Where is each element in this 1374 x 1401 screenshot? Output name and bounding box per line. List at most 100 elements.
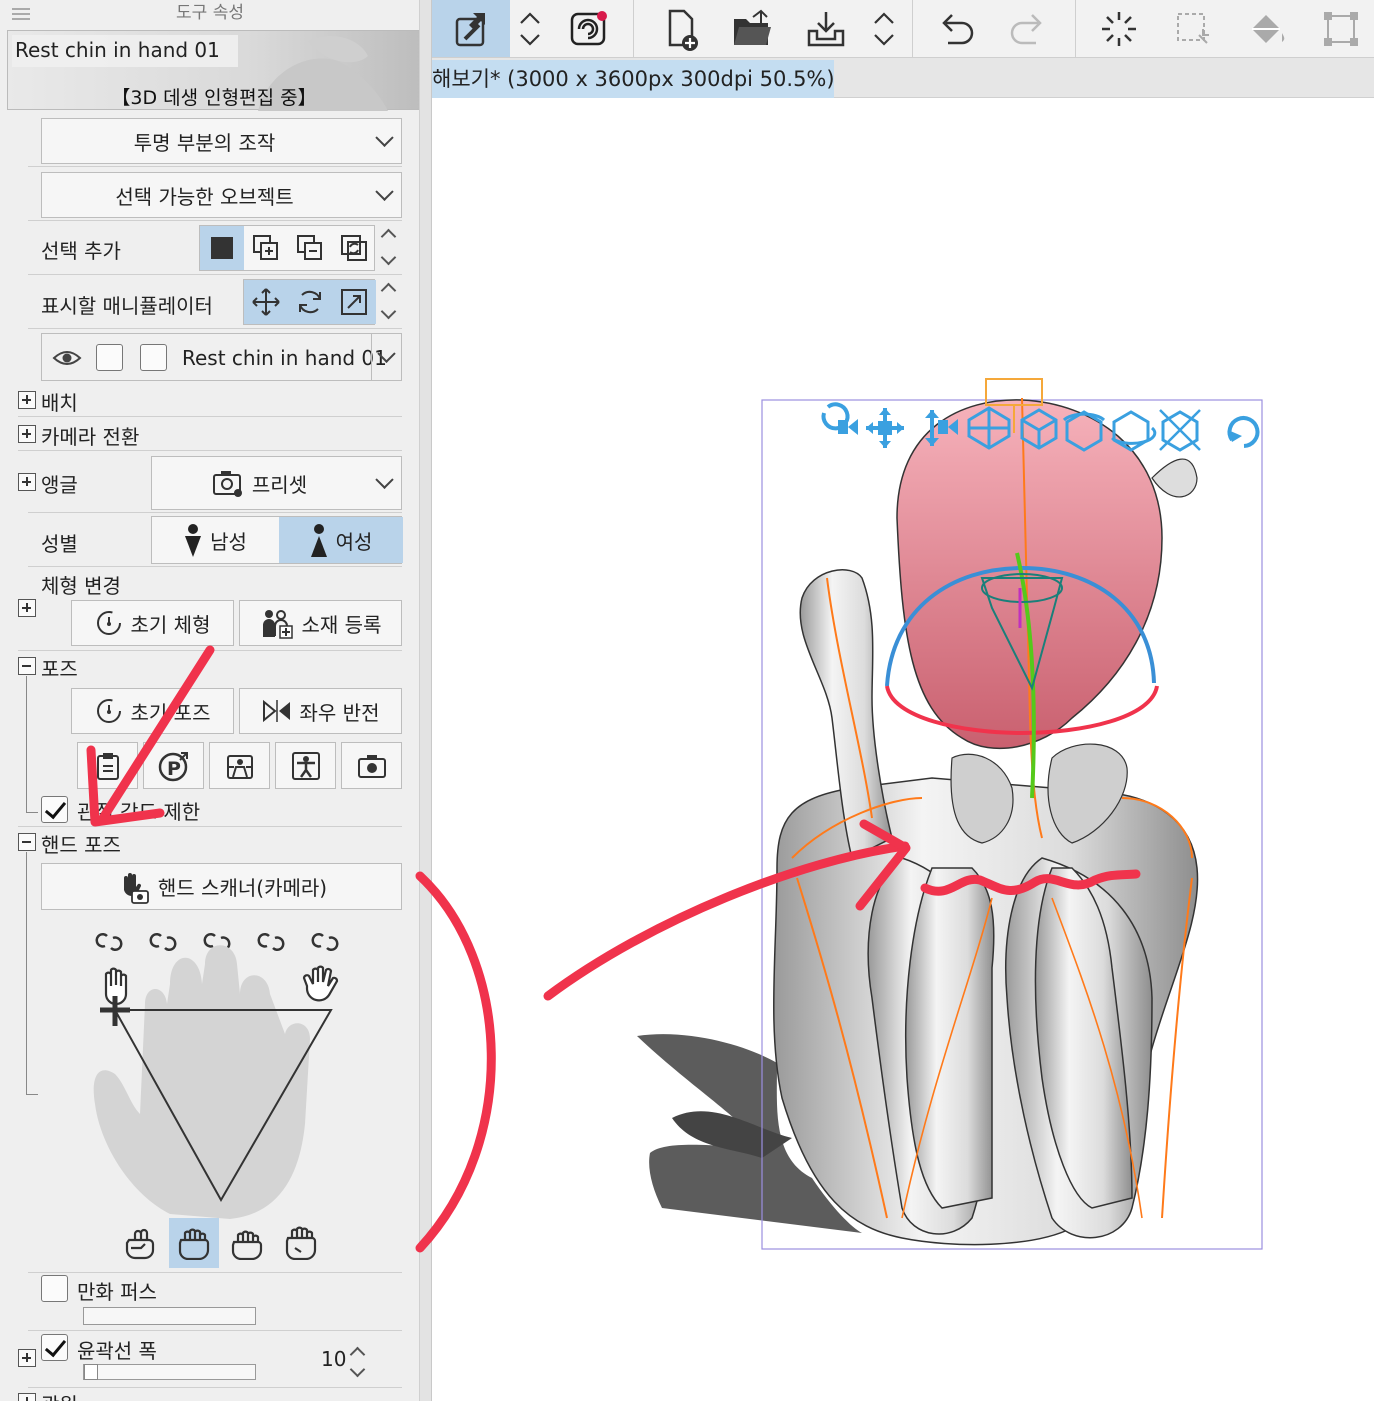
reset-timer-icon	[96, 699, 121, 723]
manga-perspective-label: 만화 퍼스	[77, 1280, 157, 1304]
move-arrows-icon	[252, 288, 280, 316]
manga-perspective-checkbox[interactable]	[41, 1275, 68, 1302]
slider-handle[interactable]	[84, 1364, 98, 1380]
scale-manipulator-button[interactable]	[332, 280, 376, 324]
collapse-pose-icon[interactable]	[18, 657, 36, 675]
save-button[interactable]	[798, 0, 854, 57]
svg-text:P: P	[167, 758, 181, 780]
manipulator-stepper[interactable]	[376, 279, 402, 325]
undo-button[interactable]	[928, 0, 984, 57]
add-selection-label: 선택 추가	[41, 239, 121, 263]
expand-body-icon[interactable]	[18, 599, 36, 617]
blend-cursor-icon[interactable]	[100, 996, 130, 1026]
transparent-operation-dropdown[interactable]: 투명 부분의 조작	[41, 118, 402, 164]
selection-add-button[interactable]	[244, 226, 288, 270]
reset-rotation-icon	[1227, 416, 1260, 448]
hand-preset-2-button[interactable]	[169, 1218, 219, 1268]
initial-pose-button[interactable]: 초기 포즈	[71, 688, 234, 734]
object-list-row: Rest chin in hand 01	[41, 333, 402, 381]
outline-width-slider[interactable]	[83, 1364, 256, 1380]
hand-preset-1-button[interactable]	[115, 1218, 167, 1268]
female-button[interactable]: 여성	[279, 517, 403, 563]
section-placement[interactable]: 배치	[41, 387, 78, 416]
eye-icon[interactable]	[52, 348, 82, 368]
transform-button[interactable]	[1312, 0, 1370, 57]
pose-scanner-button[interactable]	[209, 742, 270, 789]
hand-preset-3-button[interactable]	[221, 1218, 273, 1268]
selection-subtract-icon	[297, 235, 322, 260]
manipulator-group	[243, 279, 376, 325]
chevron-down-icon	[375, 470, 394, 489]
panel-scrollbar[interactable]	[419, 0, 431, 1401]
object-dropdown-button[interactable]	[371, 334, 401, 380]
open-folder-button[interactable]	[724, 0, 780, 57]
register-material-label: 소재 등록	[301, 612, 382, 637]
hand-scanner-button[interactable]: 핸드 스캐너(카메라)	[41, 863, 402, 910]
loading-button[interactable]	[1090, 0, 1148, 57]
selection-toggle-button[interactable]	[332, 226, 376, 270]
select-checkbox[interactable]	[140, 344, 167, 371]
selection-subtract-button[interactable]	[288, 226, 332, 270]
hand-scanner-icon	[123, 872, 149, 904]
section-angle[interactable]: 앵글	[41, 469, 78, 498]
3d-drawing-figure[interactable]	[432, 98, 1374, 1401]
fill-button[interactable]	[1238, 0, 1296, 57]
section-camera-switch[interactable]: 카메라 전환	[41, 421, 139, 450]
joint-limit-checkbox[interactable]	[41, 796, 68, 823]
selection-swap-icon	[341, 235, 367, 261]
clip-studio-button[interactable]	[558, 0, 620, 57]
document-tab-bar: 해보기* (3000 x 3600px 300dpi 50.5%)	[432, 58, 1374, 98]
outline-width-checkbox[interactable]	[41, 1334, 68, 1361]
angle-preset-dropdown[interactable]: 프리셋	[151, 456, 402, 510]
initial-body-button[interactable]: 초기 체형	[71, 600, 234, 646]
fist-relaxed-icon	[285, 1226, 317, 1260]
rotate-manipulator-button[interactable]	[288, 280, 332, 324]
clipboard-icon	[96, 752, 119, 780]
expand-placement-icon[interactable]	[18, 391, 36, 409]
selection-area-button[interactable]	[1164, 0, 1222, 57]
chevron-down-icon	[375, 182, 394, 201]
rotate-x-icon	[1111, 410, 1157, 452]
pose-register-button[interactable]: P	[143, 742, 204, 789]
figure-frame-icon	[291, 751, 320, 780]
collapse-hand-pose-icon[interactable]	[18, 833, 36, 851]
manga-perspective-slider[interactable]	[83, 1307, 256, 1325]
section-light[interactable]: 광원	[41, 1389, 78, 1401]
outline-width-value[interactable]: 10	[321, 1347, 346, 1371]
male-button[interactable]: 남성	[152, 517, 279, 563]
new-file-button[interactable]	[654, 0, 710, 57]
toolbar-stepper-1[interactable]	[512, 0, 548, 57]
camera-rotate-icon	[821, 402, 858, 435]
flip-horizontal-icon	[262, 699, 290, 723]
lock-checkbox[interactable]	[96, 344, 123, 371]
redo-button[interactable]	[1000, 0, 1056, 57]
move-manipulator-button[interactable]	[244, 280, 288, 324]
expand-light-icon[interactable]	[18, 1393, 36, 1401]
edit-status: 【3D 데생 인형편집 중】	[111, 87, 317, 109]
outline-width-stepper[interactable]	[345, 1345, 371, 1381]
selection-new-button[interactable]	[200, 226, 244, 270]
toolbar-stepper-2[interactable]	[866, 0, 902, 57]
document-tab[interactable]: 해보기* (3000 x 3600px 300dpi 50.5%)	[432, 60, 834, 98]
selection-mode-stepper[interactable]	[376, 225, 402, 271]
camera-icon	[357, 754, 386, 778]
male-label: 남성	[210, 529, 247, 554]
flip-horizontal-button[interactable]: 좌우 반전	[239, 688, 402, 734]
expand-camera-icon[interactable]	[18, 425, 36, 443]
female-figure-icon	[310, 524, 327, 557]
object-tool-button[interactable]	[432, 0, 510, 57]
hand-preset-4-button[interactable]	[275, 1218, 327, 1268]
expand-outline-icon[interactable]	[18, 1349, 36, 1367]
selectable-object-dropdown[interactable]: 선택 가능한 오브젝트	[41, 172, 402, 218]
hand-pose-controller[interactable]	[70, 924, 370, 1254]
gender-label: 성별	[41, 532, 78, 556]
canvas-area[interactable]	[432, 98, 1374, 1401]
register-material-button[interactable]: 소재 등록	[239, 600, 402, 646]
loading-icon	[1102, 11, 1136, 46]
pose-figure-button[interactable]	[275, 742, 336, 789]
section-pose[interactable]: 포즈	[41, 653, 78, 682]
expand-angle-icon[interactable]	[18, 473, 36, 491]
pose-clipboard-button[interactable]	[77, 742, 138, 789]
section-hand-pose[interactable]: 핸드 포즈	[41, 829, 121, 858]
pose-camera-button[interactable]	[341, 742, 402, 789]
